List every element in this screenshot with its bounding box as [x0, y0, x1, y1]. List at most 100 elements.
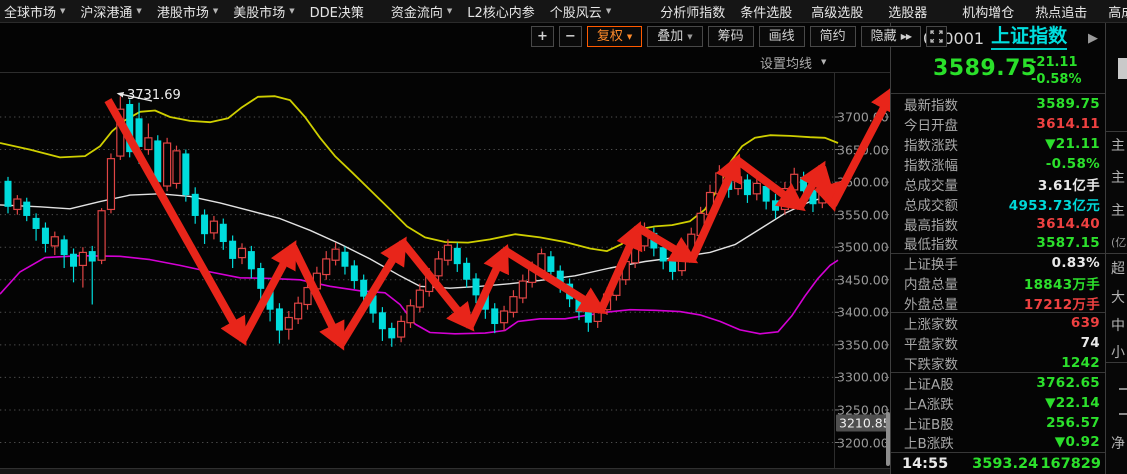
menu-item-label: 条件选股 [740, 2, 792, 21]
total-volume: 167829 [1040, 456, 1101, 472]
menu-item-热点追击[interactable]: 热点追击 [1035, 2, 1087, 21]
chart-toolbar: + − 复权▼叠加▼ 筹码画线简约隐藏▶▶ [531, 26, 947, 47]
divider [1106, 253, 1127, 254]
toolbar-button-简约[interactable]: 简约 [810, 26, 856, 47]
toolbar-button-画线[interactable]: 画线 [759, 26, 805, 47]
row-value: 3589.75 [1036, 96, 1100, 112]
toolbar-button-叠加[interactable]: 叠加▼ [647, 26, 702, 47]
partial-panel-strip: 主主主(亿超大中小净 [1105, 23, 1127, 474]
menu-item-label: 高成长性 [1108, 2, 1127, 21]
toolbar-button-复权[interactable]: 复权▼ [587, 26, 642, 47]
row-value: 0.83% [1052, 255, 1100, 271]
quote-row-最低指数: 最低指数3587.15 [891, 234, 1105, 254]
divider [1106, 131, 1127, 132]
row-label: 最低指数 [904, 233, 958, 253]
quote-row-总成交量: 总成交量3.61亿手 [891, 174, 1105, 194]
chevron-down-icon: ▼ [606, 8, 611, 15]
menu-item-分析师指数[interactable]: 分析师指数 [660, 2, 725, 21]
partial-label: 主 [1111, 167, 1125, 187]
row-value: 3762.65 [1036, 375, 1100, 391]
quote-row-总成交额: 总成交额4953.73亿元 [891, 194, 1105, 214]
quote-row-上证A股: 上证A股3762.65 [891, 373, 1105, 393]
row-unit: 万手 [1072, 297, 1100, 313]
quote-footer: 14:55 3593.24 167829 [891, 452, 1105, 474]
chevron-down-icon: ▼ [289, 8, 294, 15]
price-change: -21.11 -0.58% [1031, 54, 1082, 88]
y-axis-tick: 3450.00 [837, 272, 884, 287]
partial-label: 小 [1111, 342, 1125, 362]
partial-button[interactable] [1118, 58, 1127, 79]
menu-item-label: L2核心内参 [467, 2, 535, 21]
menu-item-港股市场[interactable]: 港股市场▼ [157, 2, 218, 21]
change-percent: -0.58% [1031, 72, 1082, 87]
row-value: 1242 [1061, 355, 1100, 371]
quote-row-上A涨跌: 上A涨跌▼22.14 [891, 393, 1105, 413]
row-label: 平盘家数 [904, 333, 958, 353]
quote-row-今日开盘: 今日开盘 3614.11 [891, 114, 1105, 134]
toolbar-button-group: 复权▼叠加▼ 筹码画线简约隐藏▶▶ [587, 26, 921, 47]
last-price: 3589.75 [933, 56, 1037, 81]
menu-item-全球市场[interactable]: 全球市场▼ [4, 2, 65, 21]
menu-item-L2核心内参[interactable]: L2核心内参 [467, 2, 535, 21]
row-label: 今日开盘 [904, 114, 958, 134]
placeholder-dash [1119, 413, 1127, 415]
row-value: 18843万手 [1024, 273, 1100, 293]
menu-item-美股市场[interactable]: 美股市场▼ [233, 2, 294, 21]
menu-item-条件选股[interactable]: 条件选股 [740, 2, 792, 21]
zoom-in-button[interactable]: + [531, 26, 554, 47]
menu-item-label: DDE决策 [310, 2, 364, 21]
row-label: 总成交量 [904, 174, 958, 194]
next-stock-button[interactable]: ▶ [1085, 31, 1101, 46]
zoom-out-button[interactable]: − [559, 26, 582, 47]
y-axis-tick: 3350.00 [837, 337, 884, 352]
change-value: -21.11 [1031, 55, 1078, 70]
row-label: 外盘总量 [904, 293, 958, 313]
toolbar-button-筹码[interactable]: 筹码 [708, 26, 754, 47]
quote-row-外盘总量: 外盘总量 17212万手 [891, 293, 1105, 313]
row-unit: 亿元 [1072, 198, 1100, 214]
menu-item-DDE决策[interactable]: DDE决策 [310, 2, 364, 21]
menu-item-选股器[interactable]: 选股器 [888, 2, 927, 21]
row-label: 上证B股 [904, 413, 954, 433]
row-label: 上A涨跌 [904, 393, 954, 413]
ma-settings-button[interactable]: 设置均线 ▼ [760, 53, 826, 72]
menu-item-个股风云[interactable]: 个股风云 ▼ [550, 2, 611, 21]
menu-item-资金流向[interactable]: 资金流向▼ [391, 2, 452, 21]
menu-item-机构增仓[interactable]: 机构增仓 [962, 2, 1014, 21]
row-value: 4953.73亿元 [1009, 194, 1100, 214]
row-label: 上B涨跌 [904, 432, 954, 452]
menu-item-label: 全球市场 [4, 2, 56, 21]
partial-label: 主 [1111, 200, 1125, 220]
menu-item-label: 个股风云 [550, 2, 602, 21]
chevron-down-icon: ▼ [447, 8, 452, 15]
menu-item-沪深港通[interactable]: 沪深港通▼ [80, 2, 141, 21]
stock-name[interactable]: 上证指数 [991, 26, 1067, 50]
row-value: ▼0.92 [1055, 434, 1100, 450]
row-value: 17212万手 [1024, 293, 1100, 313]
row-value: 3614.11 [1036, 116, 1100, 132]
divider [1106, 362, 1127, 363]
menu-item-label: 选股器 [888, 2, 927, 21]
chevron-down-icon: ▼ [136, 8, 141, 15]
double-right-icon: ▶▶ [901, 28, 911, 46]
chevron-down-icon: ▼ [687, 28, 692, 46]
toolbar-button-label: 筹码 [718, 28, 744, 46]
row-value: 639 [1071, 315, 1100, 331]
quote-row-上证B股: 上证B股256.57 [891, 413, 1105, 433]
row-label: 上涨家数 [904, 313, 958, 333]
menu-item-高级选股[interactable]: 高级选股 [811, 2, 863, 21]
fullscreen-expand-button[interactable] [926, 26, 947, 47]
quote-row-最新指数: 最新指数 3589.75 [891, 94, 1105, 114]
row-unit: 万手 [1072, 277, 1100, 293]
quote-panel: ◀ 000001 上证指数 ▶ 3589.75 -21.11 -0.58% 最新… [890, 23, 1105, 474]
row-label: 下跌家数 [904, 353, 958, 373]
row-label: 最新指数 [904, 94, 958, 114]
y-axis-tick: 3300.00 [837, 370, 884, 385]
quote-row-上涨家数: 上涨家数 639 [891, 313, 1105, 333]
row-value: 3614.40 [1036, 216, 1100, 232]
row-label: 内盘总量 [904, 273, 958, 293]
toolbar-button-隐藏[interactable]: 隐藏▶▶ [861, 26, 921, 47]
quote-row-上B涨跌: 上B涨跌 ▼0.92 [891, 433, 1105, 453]
menu-item-高成长性[interactable]: 高成长性 [1108, 2, 1127, 21]
y-axis-tick: 3500.00 [837, 240, 884, 255]
